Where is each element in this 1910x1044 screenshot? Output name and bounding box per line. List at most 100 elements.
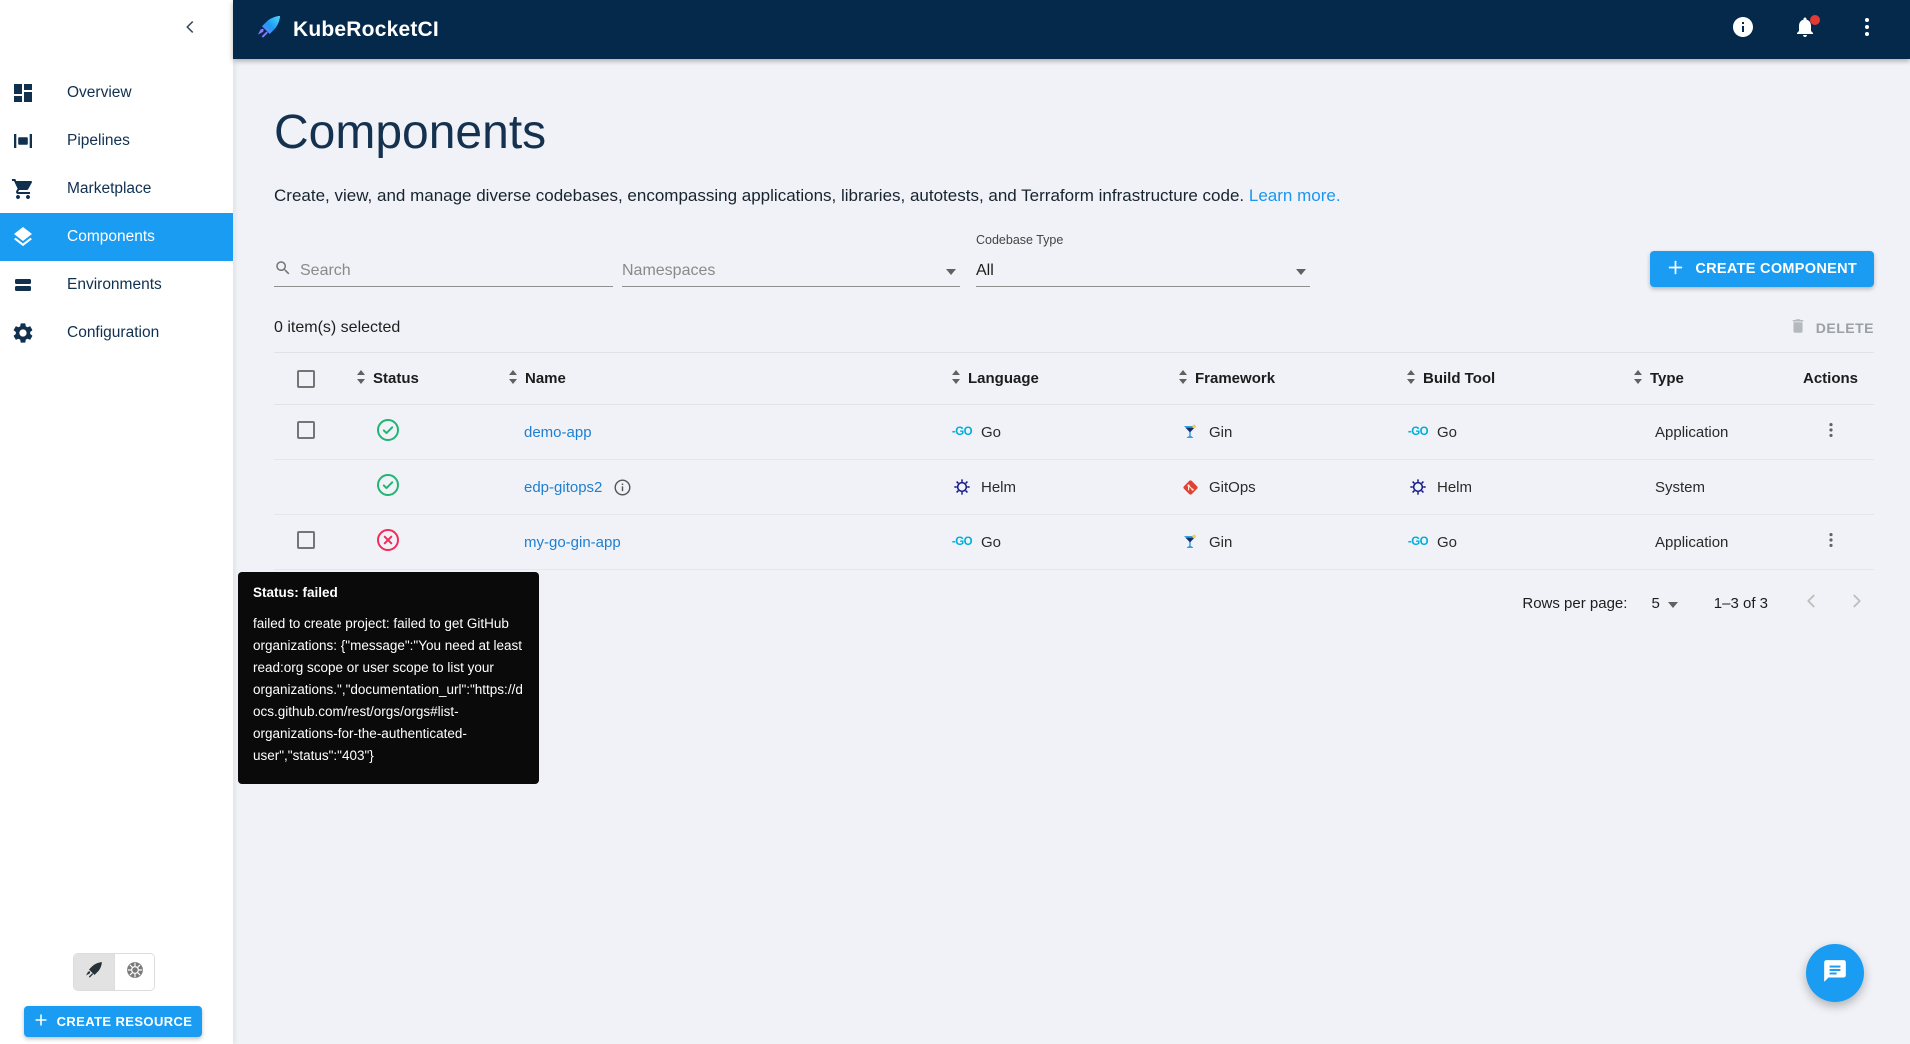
info-button[interactable] (1724, 11, 1762, 49)
sidebar-item-components[interactable]: Components (0, 213, 233, 261)
sort-icon (356, 370, 366, 388)
chevron-down-icon (946, 262, 956, 280)
chevron-down-icon (1668, 595, 1678, 612)
pipelines-icon (11, 129, 35, 153)
dashboard-icon (11, 81, 35, 105)
chat-bubble-icon (1822, 958, 1848, 989)
gin-icon (1179, 533, 1201, 551)
tooltip-title: Status: failed (253, 585, 524, 600)
error-cross-icon[interactable] (376, 528, 400, 556)
info-outline-icon[interactable] (612, 477, 632, 497)
chevron-down-icon (1296, 262, 1306, 280)
kubernetes-icon (125, 960, 145, 985)
sidebar-item-environments[interactable]: Environments (0, 261, 233, 309)
page-description: Create, view, and manage diverse codebas… (274, 186, 1874, 206)
sidebar-item-marketplace[interactable]: Marketplace (0, 165, 233, 213)
kubernetes-view-button[interactable] (114, 954, 154, 990)
table-header: Status Name Language Framework Build Too… (274, 353, 1874, 405)
pagination-range: 1–3 of 3 (1714, 595, 1768, 612)
notification-badge (1810, 15, 1820, 25)
overflow-menu-button[interactable] (1848, 11, 1886, 49)
chat-fab-button[interactable] (1806, 944, 1864, 1002)
tooltip-body: failed to create project: failed to get … (253, 613, 524, 767)
delete-label: DELETE (1816, 320, 1874, 336)
helm-icon (1407, 477, 1429, 497)
rows-per-page-select[interactable]: 5 (1651, 595, 1677, 612)
layers-icon (11, 225, 35, 249)
component-link[interactable]: my-go-gin-app (524, 534, 621, 551)
component-link[interactable]: demo-app (524, 424, 592, 441)
notifications-button[interactable] (1786, 11, 1824, 49)
selection-toolbar: 0 item(s) selected DELETE (274, 317, 1874, 353)
delete-button[interactable]: DELETE (1789, 317, 1874, 338)
helm-icon (951, 477, 973, 497)
chevron-left-icon (1800, 590, 1822, 616)
sidebar-item-pipelines[interactable]: Pipelines (0, 117, 233, 165)
brand: KubeRocketCI (255, 13, 439, 46)
sidebar-item-overview[interactable]: Overview (0, 69, 233, 117)
plus-icon (34, 1013, 48, 1030)
column-header-build-tool[interactable]: Build Tool (1400, 370, 1627, 388)
gear-icon (11, 321, 35, 345)
codebase-type-value: All (976, 262, 994, 280)
select-all-checkbox[interactable] (297, 370, 315, 388)
app-title: KubeRocketCI (293, 18, 439, 42)
row-actions-button[interactable] (1814, 415, 1848, 449)
sidebar-item-configuration[interactable]: Configuration (0, 309, 233, 357)
go-icon: -GO (1407, 536, 1429, 548)
sidebar-item-label: Components (67, 228, 155, 246)
plus-icon (1667, 259, 1684, 280)
portal-view-button[interactable] (74, 954, 114, 990)
previous-page-button[interactable] (1794, 586, 1828, 620)
kebab-menu-icon (1821, 420, 1841, 444)
search-input[interactable] (300, 262, 613, 280)
success-check-icon[interactable] (376, 473, 400, 501)
column-header-name[interactable]: Name (494, 370, 944, 388)
sidebar-collapse-button[interactable] (173, 12, 209, 48)
sidebar-item-label: Pipelines (67, 132, 130, 150)
kebab-menu-icon (1855, 15, 1879, 44)
top-bar-actions (1724, 11, 1886, 49)
trash-icon (1789, 317, 1807, 338)
chevron-left-icon (183, 19, 199, 40)
sidebar-nav: Overview Pipelines Marketplace Component… (0, 59, 233, 357)
namespaces-placeholder: Namespaces (622, 262, 715, 280)
select-all-cell (274, 370, 336, 388)
create-resource-button[interactable]: CREATE RESOURCE (24, 1006, 202, 1037)
top-bar: KubeRocketCI (0, 0, 1910, 59)
search-field (274, 255, 613, 287)
rocket-icon (84, 960, 104, 985)
namespaces-select[interactable]: Namespaces (622, 255, 960, 287)
sort-icon (1178, 370, 1188, 388)
app-bar: KubeRocketCI (233, 0, 1910, 59)
column-header-framework[interactable]: Framework (1172, 370, 1400, 388)
create-resource-label: CREATE RESOURCE (57, 1014, 193, 1029)
component-link[interactable]: edp-gitops2 (524, 479, 602, 496)
row-actions-button[interactable] (1814, 525, 1848, 559)
main-content: Components Create, view, and manage dive… (233, 59, 1910, 1044)
column-header-type[interactable]: Type (1627, 370, 1787, 388)
filters-row: Namespaces Codebase Type All CREATE COMP… (274, 251, 1874, 287)
sort-icon (1633, 370, 1643, 388)
sidebar-header (0, 0, 233, 59)
learn-more-link[interactable]: Learn more. (1249, 186, 1341, 205)
column-header-status[interactable]: Status (336, 370, 494, 388)
row-checkbox[interactable] (297, 531, 315, 549)
sidebar-item-label: Environments (67, 276, 162, 294)
status-tooltip: Status: failed failed to create project:… (238, 572, 539, 784)
codebase-type-select[interactable]: Codebase Type All (976, 255, 1310, 287)
success-check-icon[interactable] (376, 418, 400, 446)
next-page-button[interactable] (1840, 586, 1874, 620)
go-icon: -GO (951, 426, 973, 438)
page-title: Components (274, 105, 1874, 160)
create-component-button[interactable]: CREATE COMPONENT (1650, 251, 1874, 287)
row-checkbox[interactable] (297, 421, 315, 439)
sidebar: Overview Pipelines Marketplace Component… (0, 59, 233, 1044)
table-row: my-go-gin-app -GO Go Gin -GO Go Applicat… (274, 515, 1874, 570)
chevron-right-icon (1846, 590, 1868, 616)
selected-count-text: 0 item(s) selected (274, 319, 400, 337)
sidebar-item-label: Marketplace (67, 180, 151, 198)
rows-per-page-label: Rows per page: (1522, 595, 1627, 612)
column-header-language[interactable]: Language (944, 370, 1172, 388)
info-icon (1731, 15, 1755, 44)
